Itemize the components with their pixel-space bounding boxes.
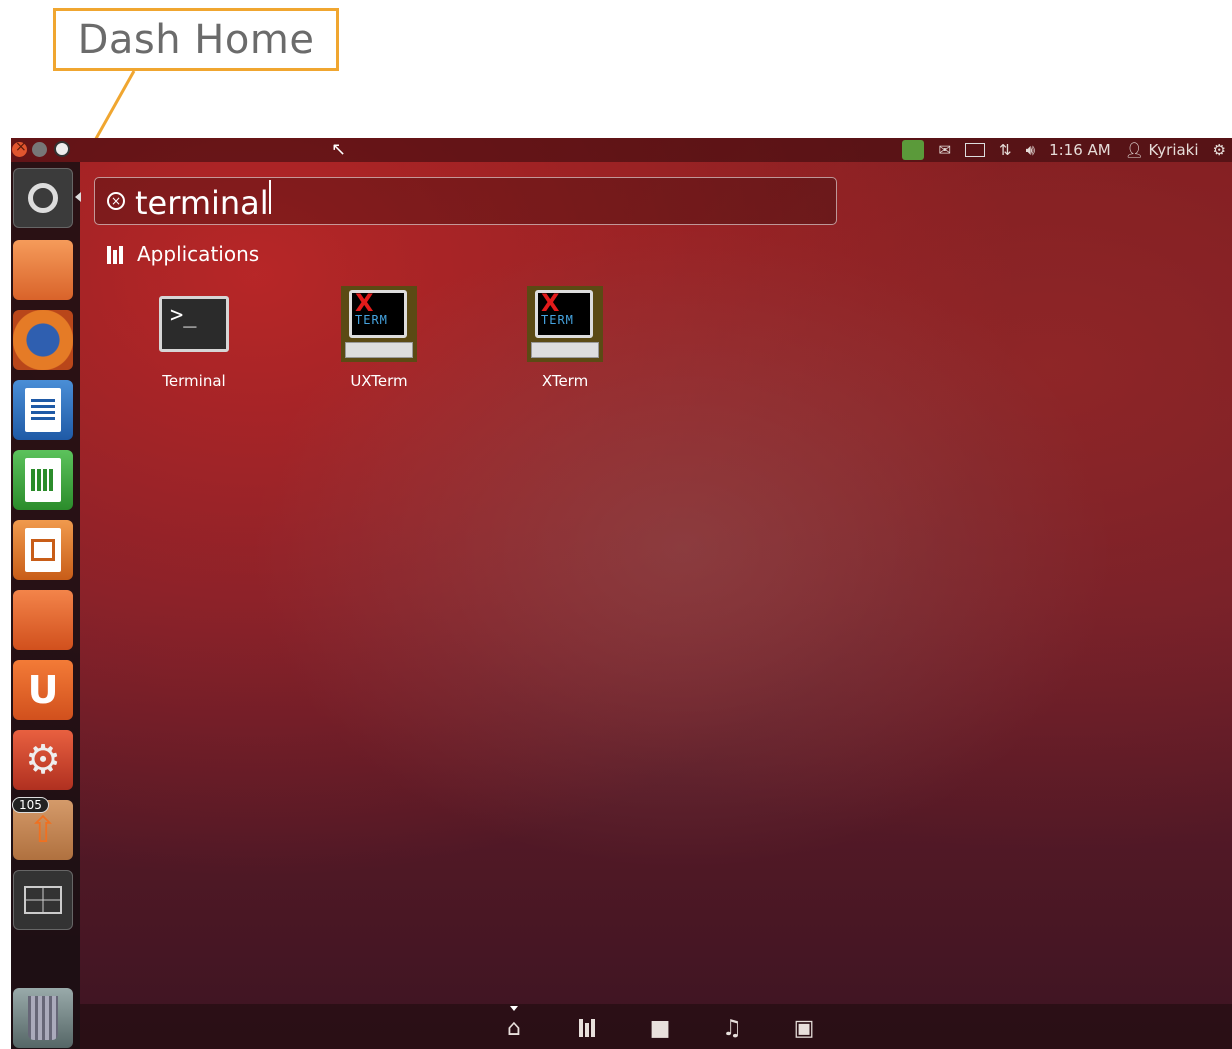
update-manager-launcher-icon[interactable]: 105 ⇧ [12, 797, 73, 860]
network-icon[interactable]: ⇅ [999, 141, 1012, 159]
update-count-badge: 105 [12, 797, 49, 813]
search-input[interactable]: terminal [135, 180, 775, 222]
app-label: UXTerm [350, 372, 408, 390]
mail-icon[interactable]: ✉ [938, 141, 951, 159]
software-center-launcher-icon[interactable] [13, 590, 73, 650]
terminal-icon: >_ [156, 286, 232, 362]
indicator-area: ✉ ⇅ 🔊︎ 1:16 AM 👤︎ Kyriaki ⚙ [902, 138, 1226, 162]
dash-home-callout: Dash Home [53, 8, 339, 71]
text-caret [268, 180, 271, 214]
user-icon: 👤︎ [1124, 141, 1149, 159]
launcher: U ⚙ 105 ⇧ [11, 162, 81, 1049]
workspace-switcher-launcher-icon[interactable] [13, 870, 73, 930]
callout-label: Dash Home [77, 16, 315, 63]
impress-launcher-icon[interactable] [13, 520, 73, 580]
active-lens-pip-icon [510, 1006, 518, 1011]
update-manager-icon[interactable] [902, 140, 925, 160]
user-name: Kyriaki [1148, 141, 1199, 159]
result-uxterm[interactable]: X TERM UXTerm [324, 286, 434, 390]
clock[interactable]: 1:16 AM [1049, 141, 1111, 159]
result-terminal[interactable]: >_ Terminal [139, 286, 249, 390]
firefox-launcher-icon[interactable] [13, 310, 73, 370]
ubuntu-desktop: ↖ ✉ ⇅ 🔊︎ 1:16 AM 👤︎ Kyriaki ⚙ [11, 138, 1232, 1049]
ubuntu-one-launcher-icon[interactable]: U [13, 660, 73, 720]
applications-lens-button-icon[interactable] [575, 1016, 599, 1040]
clear-search-icon[interactable]: × [107, 192, 125, 210]
applications-lens-icon [107, 244, 125, 264]
ubuntu-logo-icon [28, 183, 58, 213]
app-label: XTerm [541, 372, 589, 390]
applications-category[interactable]: Applications [107, 242, 259, 266]
close-window-button[interactable] [12, 139, 27, 157]
session-gear-icon[interactable]: ⚙ [1213, 141, 1226, 159]
music-lens-icon[interactable]: ♫ [720, 1016, 744, 1041]
writer-launcher-icon[interactable] [13, 380, 73, 440]
dash-home-button[interactable] [13, 168, 73, 228]
result-xterm[interactable]: X TERM XTerm [510, 286, 620, 390]
keyboard-icon[interactable] [965, 143, 986, 157]
mouse-pointer-icon: ↖ [331, 139, 347, 160]
user-menu[interactable]: 👤︎ Kyriaki [1125, 141, 1199, 159]
app-label: Terminal [162, 372, 226, 390]
video-lens-icon[interactable]: ▣ [792, 1016, 816, 1041]
top-panel: ↖ ✉ ⇅ 🔊︎ 1:16 AM 👤︎ Kyriaki ⚙ [11, 138, 1232, 162]
system-settings-launcher-icon[interactable]: ⚙ [13, 730, 73, 790]
active-pip-icon [75, 192, 81, 202]
xterm-icon: X TERM [527, 286, 603, 362]
calc-launcher-icon[interactable] [13, 450, 73, 510]
files-lens-icon[interactable]: ■ [648, 1016, 672, 1041]
lens-bar: ⌂ ■ ♫ ▣ [80, 1004, 1232, 1049]
maximize-window-button[interactable] [54, 141, 70, 157]
trash-launcher-icon[interactable] [13, 988, 73, 1048]
search-query: terminal [135, 184, 269, 222]
dash-search-bar[interactable]: × terminal [94, 177, 837, 225]
uxterm-icon: X TERM [341, 286, 417, 362]
section-title: Applications [137, 242, 260, 266]
home-lens-icon[interactable]: ⌂ [502, 1016, 526, 1041]
volume-icon[interactable]: 🔊︎ [1026, 141, 1035, 159]
files-launcher-icon[interactable] [13, 240, 73, 300]
minimize-window-button[interactable] [32, 142, 47, 157]
